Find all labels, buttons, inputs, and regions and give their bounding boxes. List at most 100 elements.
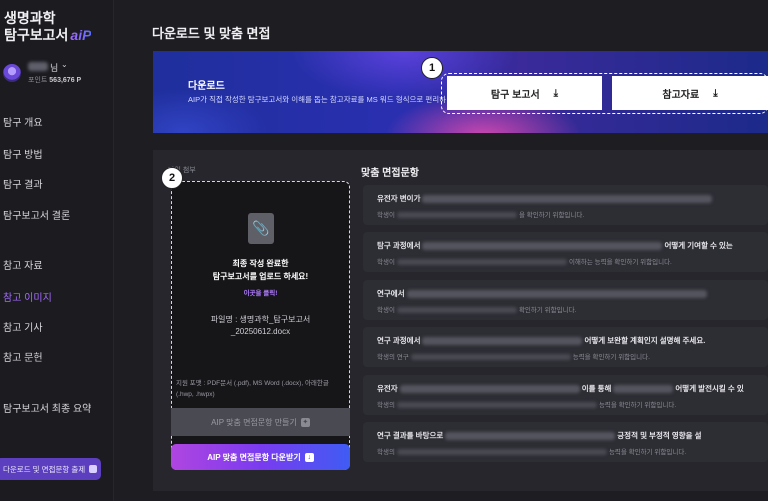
question-text: 탐구 과정에서 어떻게 기여할 수 있는 <box>377 240 733 251</box>
download-interview-button[interactable]: 다운로드 및 면접문항 출제 <box>0 458 101 480</box>
purpose-end: 능력을 확인하기 위함입니다. <box>608 449 687 456</box>
upload-link[interactable]: 이곳을 클릭! <box>171 287 350 297</box>
banner-description: AIP가 직접 작성한 탐구보고서와 이해를 돕는 참고자료를 MS 워드 형식… <box>188 95 447 104</box>
redacted-text <box>396 212 517 219</box>
question-text: 연구 결과를 바탕으로 긍정적 및 부정적 영향을 설 <box>377 430 702 441</box>
points-value: 563,676 P <box>49 77 82 84</box>
download-buttons-highlight <box>441 73 768 114</box>
question-card: 연구 과정에서 어떻게 보완할 계획인지 설명해 주세요. 학생의 연구 능력을 확… <box>363 327 768 367</box>
question-card: 탐구 과정에서 어떻게 기여할 수 있는 학생이 이해하는 능력을 확인하기 위함입… <box>363 232 768 272</box>
redacted-text <box>422 337 583 346</box>
download-icon <box>89 465 98 473</box>
redacted-text <box>396 449 607 456</box>
sidebar-item-literature[interactable]: 참고 문헌 <box>3 349 43 364</box>
question-start: 탐구 과정에서 <box>377 241 421 250</box>
question-start: 연구에서 <box>377 289 405 298</box>
download-icon: ↓ <box>304 452 314 462</box>
question-card: 유전자 이를 통해 어떻게 발전시킬 수 있 학생의 능력을 확인하기 위함입니다. <box>363 375 768 415</box>
question-end: 어떻게 발전시킬 수 있 <box>675 384 744 393</box>
supported-formats: 지원 포맷 : PDF문서 (.pdf), MS Word (.docx), 아… <box>176 380 329 398</box>
points-label: 포인트 <box>28 77 48 84</box>
brand-line2: 탐구보고서 <box>4 27 69 43</box>
make-button-label: AIP 맞춤 면접문항 만들기 <box>211 417 297 427</box>
file-name-line1: 파일명 : 생명과학_탐구보고서 <box>210 315 311 324</box>
redacted-text <box>396 402 597 409</box>
uploaded-file-name: 파일명 : 생명과학_탐구보고서 _20250612.docx <box>171 314 350 338</box>
question-card: 연구에서 학생이 확인하기 위함입니다. <box>363 280 768 320</box>
question-start: 유전자 변이가 <box>377 194 421 203</box>
question-start: 연구 결과를 바탕으로 <box>377 431 444 440</box>
question-middle: 이를 통해 <box>581 384 612 393</box>
sidebar-item-method[interactable]: 탐구 방법 <box>3 146 43 161</box>
question-purpose: 학생의 능력을 확인하기 위함입니다. <box>377 399 676 409</box>
purpose-end: 능력을 확인하기 위함입니다. <box>598 402 677 409</box>
questions-title: 맞춤 면접문항 <box>361 168 419 179</box>
redacted-text <box>445 432 616 441</box>
purpose-start: 학생의 연구 <box>377 354 409 361</box>
question-purpose: 학생의 능력을 확인하기 위함입니다. <box>377 446 686 456</box>
avatar <box>3 64 21 82</box>
question-start: 연구 과정에서 <box>377 336 421 345</box>
question-end: 어떻게 기여할 수 있는 <box>664 241 733 250</box>
cta-label: 다운로드 및 면접문항 출제 <box>3 464 86 474</box>
purpose-start: 학생이 <box>377 259 395 266</box>
question-card: 연구 결과를 바탕으로 긍정적 및 부정적 영향을 설 학생의 능력을 확인하기 위… <box>363 422 768 462</box>
redacted-text <box>406 290 707 299</box>
redacted-text <box>410 354 571 361</box>
chevron-down-icon[interactable]: ⌄ <box>61 60 68 69</box>
redacted-text <box>422 195 713 204</box>
question-text: 연구 과정에서 어떻게 보완할 계획인지 설명해 주세요. <box>377 335 705 346</box>
redacted-text <box>396 259 567 266</box>
purpose-end: 이해하는 능력을 확인하기 위함입니다. <box>568 259 672 266</box>
sidebar-item-overview[interactable]: 탐구 개요 <box>3 114 43 129</box>
download-questions-label: AIP 맞춤 면접문항 다운받기 <box>207 452 301 462</box>
purpose-end: 을 확인하기 위함입니다. <box>518 212 585 219</box>
sidebar-item-reference-images[interactable]: 참고 이미지 <box>3 289 52 304</box>
question-purpose: 학생이 확인하기 위함입니다. <box>377 304 576 314</box>
sidebar-item-articles[interactable]: 참고 기사 <box>3 319 43 334</box>
brand-aip: aiP <box>70 27 92 43</box>
redacted-text <box>399 385 580 394</box>
attachment-file-icon: 📎 <box>248 213 274 244</box>
brand-line1: 생명과학 <box>4 10 56 26</box>
sidebar-item-final-summary[interactable]: 탐구보고서 최종 요약 <box>3 400 91 415</box>
step-marker-2: 2 <box>161 167 183 189</box>
purpose-start: 학생이 <box>377 307 395 314</box>
sidebar-item-result[interactable]: 탐구 결과 <box>3 176 43 191</box>
upload-title: 최종 작성 완료한 탐구보고서를 업로드 하세요! <box>171 257 350 283</box>
profile-menu[interactable]: 님 ⌄ 포인트 563,676 P <box>3 60 111 87</box>
purpose-start: 학생의 <box>377 402 395 409</box>
purpose-end: 능력을 확인하기 위함입니다. <box>572 354 650 361</box>
question-start: 유전자 <box>377 384 398 393</box>
question-purpose: 학생이 을 확인하기 위함입니다. <box>377 209 584 219</box>
make-interview-questions-button[interactable]: AIP 맞춤 면접문항 만들기 ✦ <box>171 408 350 436</box>
sidebar-item-conclusion[interactable]: 탐구보고서 결론 <box>3 207 70 222</box>
question-card: 유전자 변이가 학생이 을 확인하기 위함입니다. <box>363 185 768 225</box>
question-purpose: 학생의 연구 능력을 확인하기 위함입니다. <box>377 351 650 361</box>
purpose-start: 학생의 <box>377 449 395 456</box>
sidebar-item-references[interactable]: 참고 자료 <box>3 257 43 272</box>
points-display: 포인트 563,676 P <box>28 75 81 85</box>
redacted-text <box>422 242 663 251</box>
sidebar: 생명과학 탐구보고서 aiP 님 ⌄ 포인트 563,676 P 탐구 개요 탐구… <box>0 0 114 501</box>
banner-title: 다운로드 <box>188 81 225 92</box>
page-title: 다운로드 및 맞춤 면접 <box>152 26 271 41</box>
question-text: 유전자 변이가 <box>377 193 714 204</box>
question-text: 유전자 이를 통해 어떻게 발전시킬 수 있 <box>377 383 744 394</box>
download-interview-questions-button[interactable]: AIP 맞춤 면접문항 다운받기 ↓ <box>171 444 350 470</box>
profile-name-redacted <box>28 62 48 71</box>
question-end: 긍정적 및 부정적 영향을 설 <box>617 431 702 440</box>
step-marker-1: 1 <box>421 57 443 79</box>
brand-logo[interactable]: 생명과학 탐구보고서 aiP <box>4 10 91 44</box>
question-text: 연구에서 <box>377 288 709 299</box>
redacted-text <box>613 385 674 394</box>
purpose-start: 학생이 <box>377 212 395 219</box>
question-end: 어떻게 보완할 계획인지 설명해 주세요. <box>584 336 706 345</box>
file-name-line2: _20250612.docx <box>230 327 291 336</box>
redacted-text <box>396 307 517 314</box>
upload-title-line1: 최종 작성 완료한 <box>232 259 289 268</box>
ai-icon: ✦ <box>300 417 310 427</box>
question-purpose: 학생이 이해하는 능력을 확인하기 위함입니다. <box>377 256 672 266</box>
upload-title-line2: 탐구보고서를 업로드 하세요! <box>212 272 309 281</box>
profile-name-suffix: 님 <box>50 63 59 73</box>
